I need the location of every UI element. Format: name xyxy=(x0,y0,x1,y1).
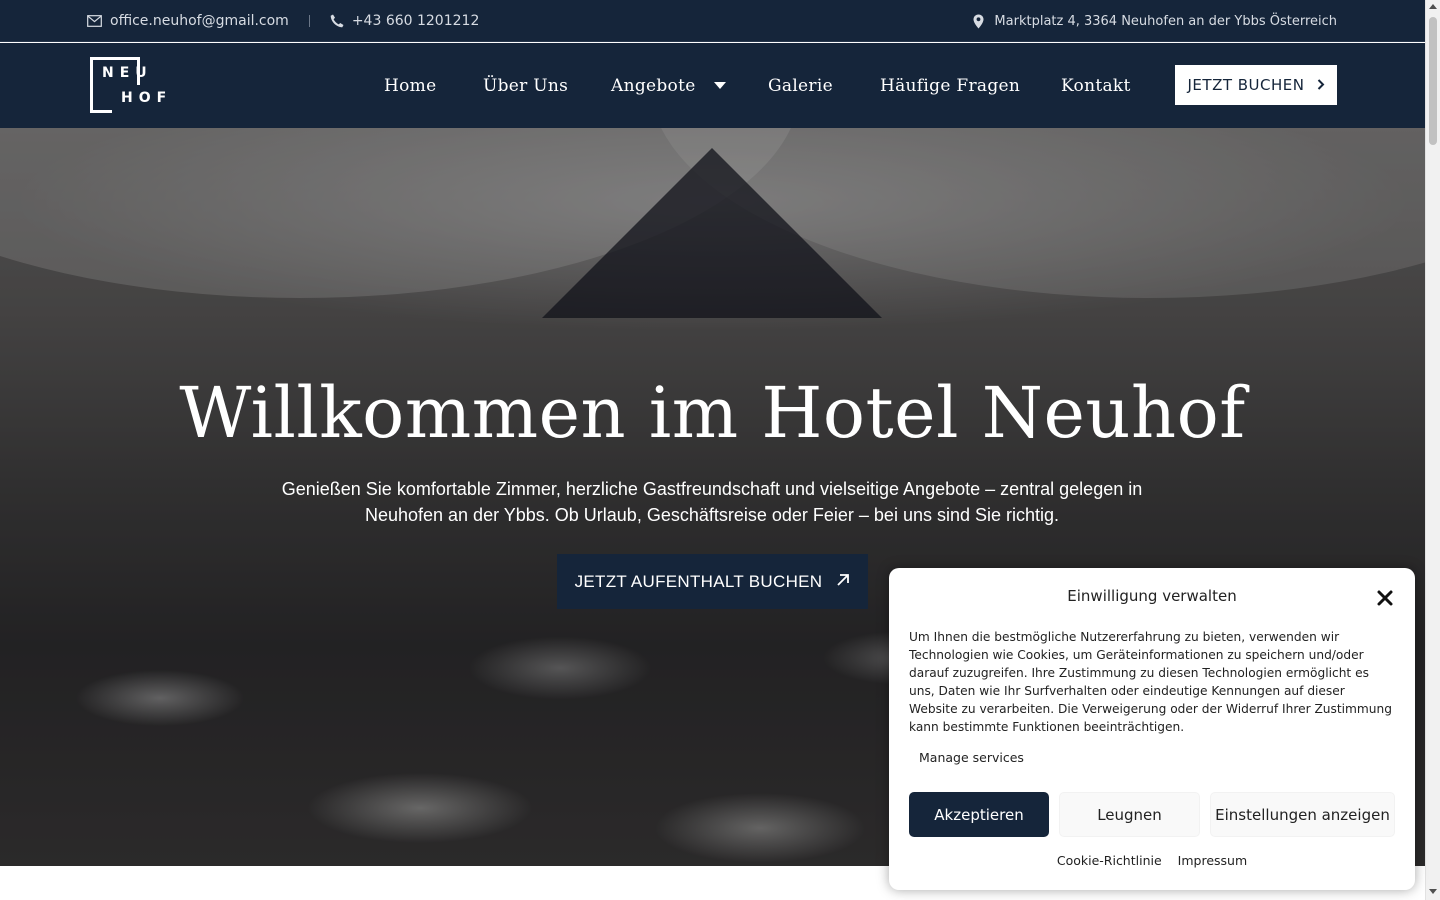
main-navigation: NEU HOF Home Über Uns Angebote Galerie H… xyxy=(0,43,1425,128)
top-contact-bar: office.neuhof@gmail.com +43 660 1201212 … xyxy=(0,0,1425,42)
hero-subtitle: Genießen Sie komfortable Zimmer, herzlic… xyxy=(281,479,1143,525)
scroll-up-icon[interactable] xyxy=(1429,4,1437,9)
show-settings-button[interactable]: Einstellungen anzeigen xyxy=(1210,792,1395,837)
envelope-icon xyxy=(87,15,102,27)
manage-services-link[interactable]: Manage services xyxy=(919,750,1024,765)
imprint-link[interactable]: Impressum xyxy=(1178,853,1247,868)
scroll-down-icon[interactable] xyxy=(1429,889,1437,894)
accept-button[interactable]: Akzeptieren xyxy=(909,792,1049,837)
scrollbar-thumb[interactable] xyxy=(1429,17,1437,145)
nav-offers[interactable]: Angebote xyxy=(611,76,768,96)
nav-gallery[interactable]: Galerie xyxy=(768,76,880,96)
divider xyxy=(308,15,310,27)
nav-contact[interactable]: Kontakt xyxy=(1061,76,1131,96)
logo-text-bottom: HOF xyxy=(121,90,173,106)
logo-text-top: NEU xyxy=(102,65,153,81)
cookie-consent-dialog: Einwilligung verwalten Um Ihnen die best… xyxy=(889,568,1415,890)
book-now-label: JETZT BUCHEN xyxy=(1187,76,1305,94)
chevron-down-icon xyxy=(713,82,726,89)
hero-title: Willkommen im Hotel Neuhof xyxy=(179,372,1246,454)
scrollbar[interactable] xyxy=(1425,0,1440,900)
email-link[interactable]: office.neuhof@gmail.com xyxy=(87,13,289,29)
phone-text: +43 660 1201212 xyxy=(351,13,480,29)
arrow-up-right-icon xyxy=(836,572,850,592)
logo[interactable]: NEU HOF xyxy=(90,57,170,113)
contact-info: office.neuhof@gmail.com +43 660 1201212 xyxy=(87,0,479,42)
book-now-button[interactable]: JETZT BUCHEN xyxy=(1174,64,1338,106)
book-stay-button[interactable]: JETZT AUFENTHALT BUCHEN xyxy=(557,554,868,609)
cookie-policy-link[interactable]: Cookie-Richtlinie xyxy=(1057,853,1162,868)
cookie-description: Um Ihnen die bestmögliche Nutzererfahrun… xyxy=(909,630,1392,734)
menu: Home Über Uns Angebote Galerie Häufige F… xyxy=(384,43,1131,128)
map-pin-icon xyxy=(973,14,984,29)
page: office.neuhof@gmail.com +43 660 1201212 … xyxy=(0,0,1440,900)
cookie-title: Einwilligung verwalten xyxy=(1067,587,1237,605)
email-text: office.neuhof@gmail.com xyxy=(110,13,289,29)
book-stay-label: JETZT AUFENTHALT BUCHEN xyxy=(574,571,823,591)
deny-button[interactable]: Leugnen xyxy=(1059,792,1200,837)
close-icon[interactable] xyxy=(1375,588,1395,608)
cookie-links: Cookie-Richtlinie Impressum xyxy=(889,853,1415,868)
phone-link[interactable]: +43 660 1201212 xyxy=(330,13,480,29)
phone-icon xyxy=(330,14,344,28)
nav-faq[interactable]: Häufige Fragen xyxy=(880,76,1061,96)
nav-about[interactable]: Über Uns xyxy=(483,76,611,96)
chevron-right-icon xyxy=(1317,76,1325,94)
address-info: Marktplatz 4, 3364 Neuhofen an der Ybbs … xyxy=(973,0,1337,42)
address-text: Marktplatz 4, 3364 Neuhofen an der Ybbs … xyxy=(994,13,1337,29)
nav-home[interactable]: Home xyxy=(384,76,483,96)
